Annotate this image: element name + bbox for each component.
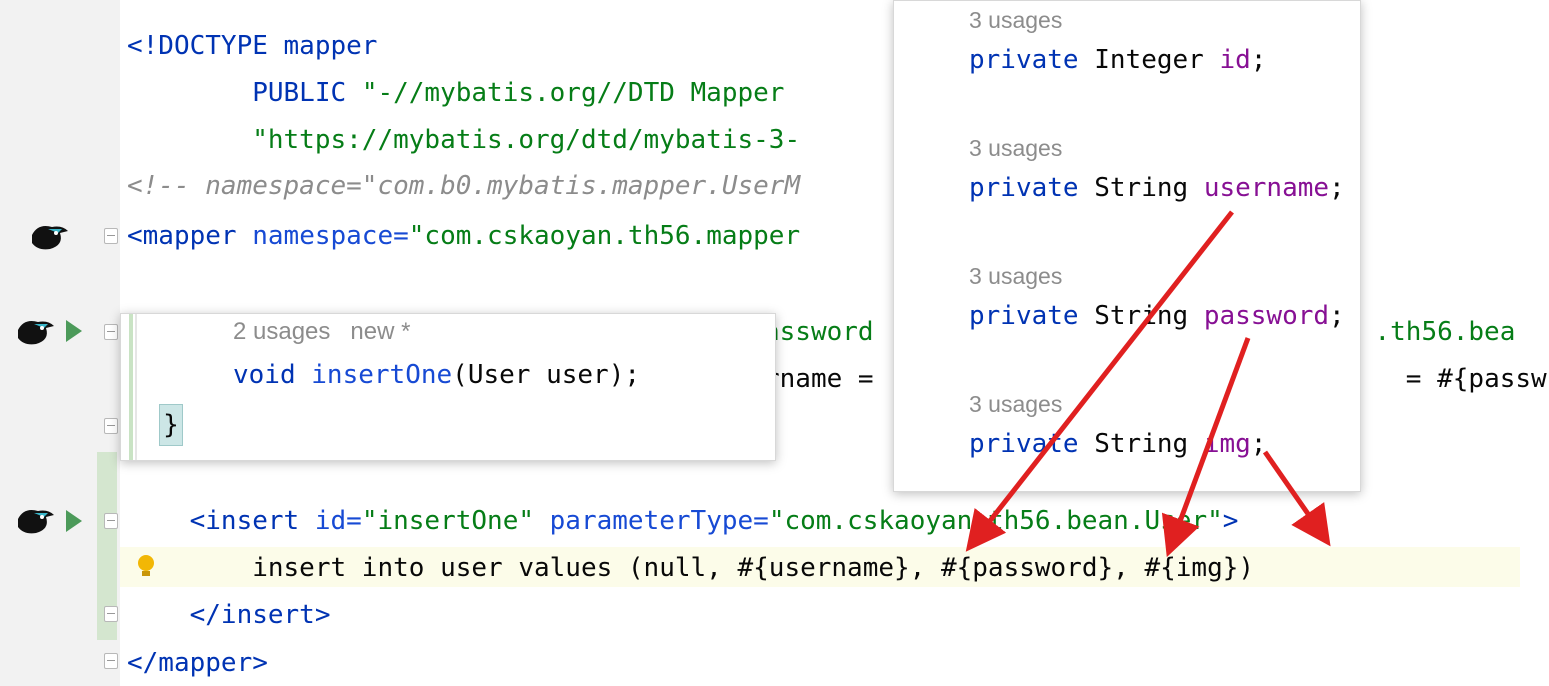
field-usages-hint[interactable]: 3 usages	[969, 135, 1062, 162]
code-line-insert-sql[interactable]: insert into user values (null, #{usernam…	[127, 548, 1254, 588]
field-token: id	[1219, 45, 1251, 75]
fold-icon[interactable]	[104, 513, 118, 529]
field-token: ;	[1250, 429, 1267, 459]
field-token: img	[1203, 429, 1251, 459]
field-usages-hint[interactable]: 3 usages	[969, 391, 1062, 418]
code-token: namespace=	[252, 221, 409, 251]
code-token: .th56.bea	[1374, 317, 1516, 347]
code-token: <!-- namespace="com.b0.mybatis.mapper.Us…	[127, 171, 801, 201]
fold-icon[interactable]	[104, 653, 118, 669]
field-declaration-id: private Integer id;	[969, 45, 1266, 75]
code-token: <!DOCTYPE mapper	[127, 31, 378, 61]
code-token: "-//mybatis.org//DTD Mapper	[361, 78, 785, 108]
code-line-insert-close[interactable]: </insert>	[127, 595, 331, 635]
field-declaration-username: private String username;	[969, 173, 1345, 203]
code-token: </insert>	[127, 600, 331, 630]
code-token: "insertOne"	[361, 506, 550, 536]
closing-brace: }	[159, 404, 183, 446]
field-token: String	[1094, 173, 1204, 203]
field-token: ;	[1250, 45, 1267, 75]
popup-gutter-divider	[135, 314, 137, 460]
fold-icon[interactable]	[104, 324, 118, 340]
code-token: = #{passw	[1405, 364, 1547, 394]
code-token: <insert	[127, 506, 315, 536]
field-token: Integer	[1094, 45, 1220, 75]
fold-icon[interactable]	[104, 228, 118, 244]
popup-change-stripe	[129, 314, 133, 460]
field-declaration-password: private String password;	[969, 301, 1345, 331]
code-token: parameterType=	[549, 506, 769, 536]
run-icon[interactable]	[66, 320, 82, 342]
field-token: private	[969, 301, 1095, 331]
field-token: String	[1094, 429, 1204, 459]
code-line-comment[interactable]: <!-- namespace="com.b0.mybatis.mapper.Us…	[127, 166, 800, 206]
run-icon[interactable]	[66, 510, 82, 532]
code-token: assword	[764, 317, 874, 347]
code-token: <mapper	[127, 221, 253, 251]
method-preview-popup: 2 usages new * void insertOne(User user)…	[120, 313, 776, 461]
inlay-hint[interactable]: 2 usages new *	[233, 318, 410, 346]
code-token: "https://mybatis.org/dtd/mybatis-3-	[127, 125, 801, 155]
author-hint: new *	[350, 318, 411, 345]
code-line-doctype[interactable]: <!DOCTYPE mapper	[127, 26, 377, 66]
code-line-dtd-url[interactable]: "https://mybatis.org/dtd/mybatis-3-	[127, 120, 800, 160]
code-token: rname =	[764, 364, 890, 394]
field-token: String	[1094, 301, 1204, 331]
code-token: id=	[314, 506, 362, 536]
class-fields-popup: 3 usages private Integer id; 3 usages priva…	[893, 0, 1361, 492]
bulb-icon[interactable]	[136, 554, 156, 580]
field-token: password	[1203, 301, 1330, 331]
method-declaration: void insertOne(User user);	[233, 360, 640, 390]
usages-hint[interactable]: 2 usages	[233, 318, 330, 345]
method-token: insertOne	[311, 360, 453, 390]
field-declaration-img: private String img;	[969, 429, 1266, 459]
field-usages-hint[interactable]: 3 usages	[969, 7, 1062, 34]
field-token: private	[969, 45, 1095, 75]
code-line-mapper-close[interactable]: </mapper>	[127, 643, 268, 683]
code-line-mapper-open[interactable]: <mapper namespace="com.cskaoyan.th56.map…	[127, 216, 800, 256]
field-token: username	[1203, 173, 1330, 203]
fold-icon[interactable]	[104, 606, 118, 622]
code-token: insert into user values (null, #{usernam…	[127, 553, 1255, 583]
code-token: >	[1222, 506, 1239, 536]
mybatis-bird-icon[interactable]	[14, 505, 56, 537]
mybatis-bird-icon[interactable]	[28, 221, 70, 253]
field-token: private	[969, 429, 1095, 459]
code-token: "com.cskaoyan.th56.mapper	[408, 221, 801, 251]
code-line-public[interactable]: PUBLIC "-//mybatis.org//DTD Mapper	[127, 73, 784, 113]
field-token: private	[969, 173, 1095, 203]
code-token: "com.cskaoyan.th56.bean.User"	[768, 506, 1223, 536]
mybatis-bird-icon[interactable]	[14, 316, 56, 348]
fold-icon[interactable]	[104, 418, 118, 434]
code-token: PUBLIC	[127, 78, 362, 108]
method-token: void	[233, 360, 312, 390]
code-line-insert-open[interactable]: <insert id="insertOne" parameterType="co…	[127, 501, 1239, 541]
method-token: (User user);	[452, 360, 641, 390]
field-token: ;	[1329, 173, 1345, 203]
field-usages-hint[interactable]: 3 usages	[969, 263, 1062, 290]
field-token: ;	[1329, 301, 1345, 331]
code-token: </mapper>	[127, 648, 268, 678]
